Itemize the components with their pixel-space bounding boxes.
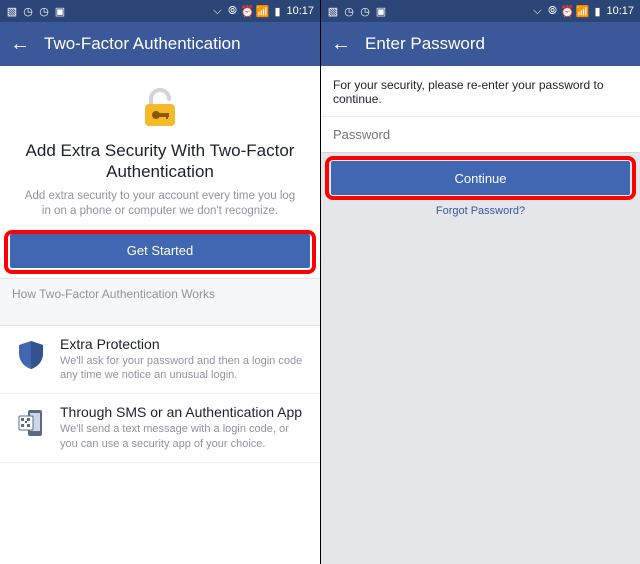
item-desc: We'll send a text message with a login c… — [60, 422, 308, 452]
back-arrow-icon[interactable]: ← — [331, 34, 351, 54]
status-time: 10:17 — [286, 5, 314, 17]
password-card: For your security, please re-enter your … — [321, 66, 640, 153]
info-item-sms-app: Through SMS or an Authentication App We'… — [0, 394, 320, 463]
map-icon: ▣ — [375, 5, 387, 17]
item-title: Extra Protection — [60, 336, 308, 352]
phone-qr-icon — [12, 404, 50, 442]
password-input[interactable] — [321, 116, 640, 152]
shield-icon — [12, 336, 50, 374]
item-title: Through SMS or an Authentication App — [60, 404, 308, 420]
bluetooth-icon: ⌵ — [211, 5, 223, 17]
map-icon: ▣ — [54, 5, 66, 17]
clock-icon: ◷ — [22, 5, 34, 17]
signal-icon: 📶 — [576, 5, 588, 17]
item-desc: We'll ask for your password and then a l… — [60, 354, 308, 384]
info-item-extra-protection: Extra Protection We'll ask for your pass… — [0, 326, 320, 395]
status-bar: ▧ ◷ ◷ ▣ ⌵ ⦾ ⏰ 📶 ▮ 10:17 — [321, 0, 640, 22]
vibrate-icon: ⦾ — [226, 5, 238, 17]
status-time: 10:17 — [606, 5, 634, 17]
screen-enter-password: ▧ ◷ ◷ ▣ ⌵ ⦾ ⏰ 📶 ▮ 10:17 ← Enter Password… — [320, 0, 640, 564]
appbar-title: Enter Password — [365, 34, 485, 54]
battery-icon: ▮ — [591, 5, 603, 17]
status-bar: ▧ ◷ ◷ ▣ ⌵ ⦾ ⏰ 📶 ▮ 10:17 — [0, 0, 320, 22]
hero-title: Add Extra Security With Two-Factor Authe… — [16, 140, 304, 183]
appbar-title: Two-Factor Authentication — [44, 34, 241, 54]
continue-button[interactable]: Continue — [331, 161, 630, 195]
back-arrow-icon[interactable]: ← — [10, 34, 30, 54]
image-icon: ▧ — [6, 5, 18, 17]
get-started-button[interactable]: Get Started — [10, 234, 310, 268]
clock-icon: ◷ — [38, 5, 50, 17]
forgot-password-link[interactable]: Forgot Password? — [321, 199, 640, 223]
app-bar: ← Enter Password — [321, 22, 640, 66]
vibrate-icon: ⦾ — [546, 5, 558, 17]
lock-key-icon — [137, 84, 183, 130]
hero-description: Add extra security to your account every… — [16, 189, 304, 220]
alarm-icon: ⏰ — [241, 5, 253, 17]
security-message: For your security, please re-enter your … — [321, 66, 640, 116]
section-label: How Two-Factor Authentication Works — [0, 278, 320, 326]
image-icon: ▧ — [327, 5, 339, 17]
clock-icon: ◷ — [359, 5, 371, 17]
bluetooth-icon: ⌵ — [531, 5, 543, 17]
signal-icon: 📶 — [256, 5, 268, 17]
app-bar: ← Two-Factor Authentication — [0, 22, 320, 66]
alarm-icon: ⏰ — [561, 5, 573, 17]
clock-icon: ◷ — [343, 5, 355, 17]
battery-icon: ▮ — [271, 5, 283, 17]
hero-section: Add Extra Security With Two-Factor Authe… — [0, 66, 320, 226]
screen-two-factor: ▧ ◷ ◷ ▣ ⌵ ⦾ ⏰ 📶 ▮ 10:17 ← Two-Factor Aut… — [0, 0, 320, 564]
